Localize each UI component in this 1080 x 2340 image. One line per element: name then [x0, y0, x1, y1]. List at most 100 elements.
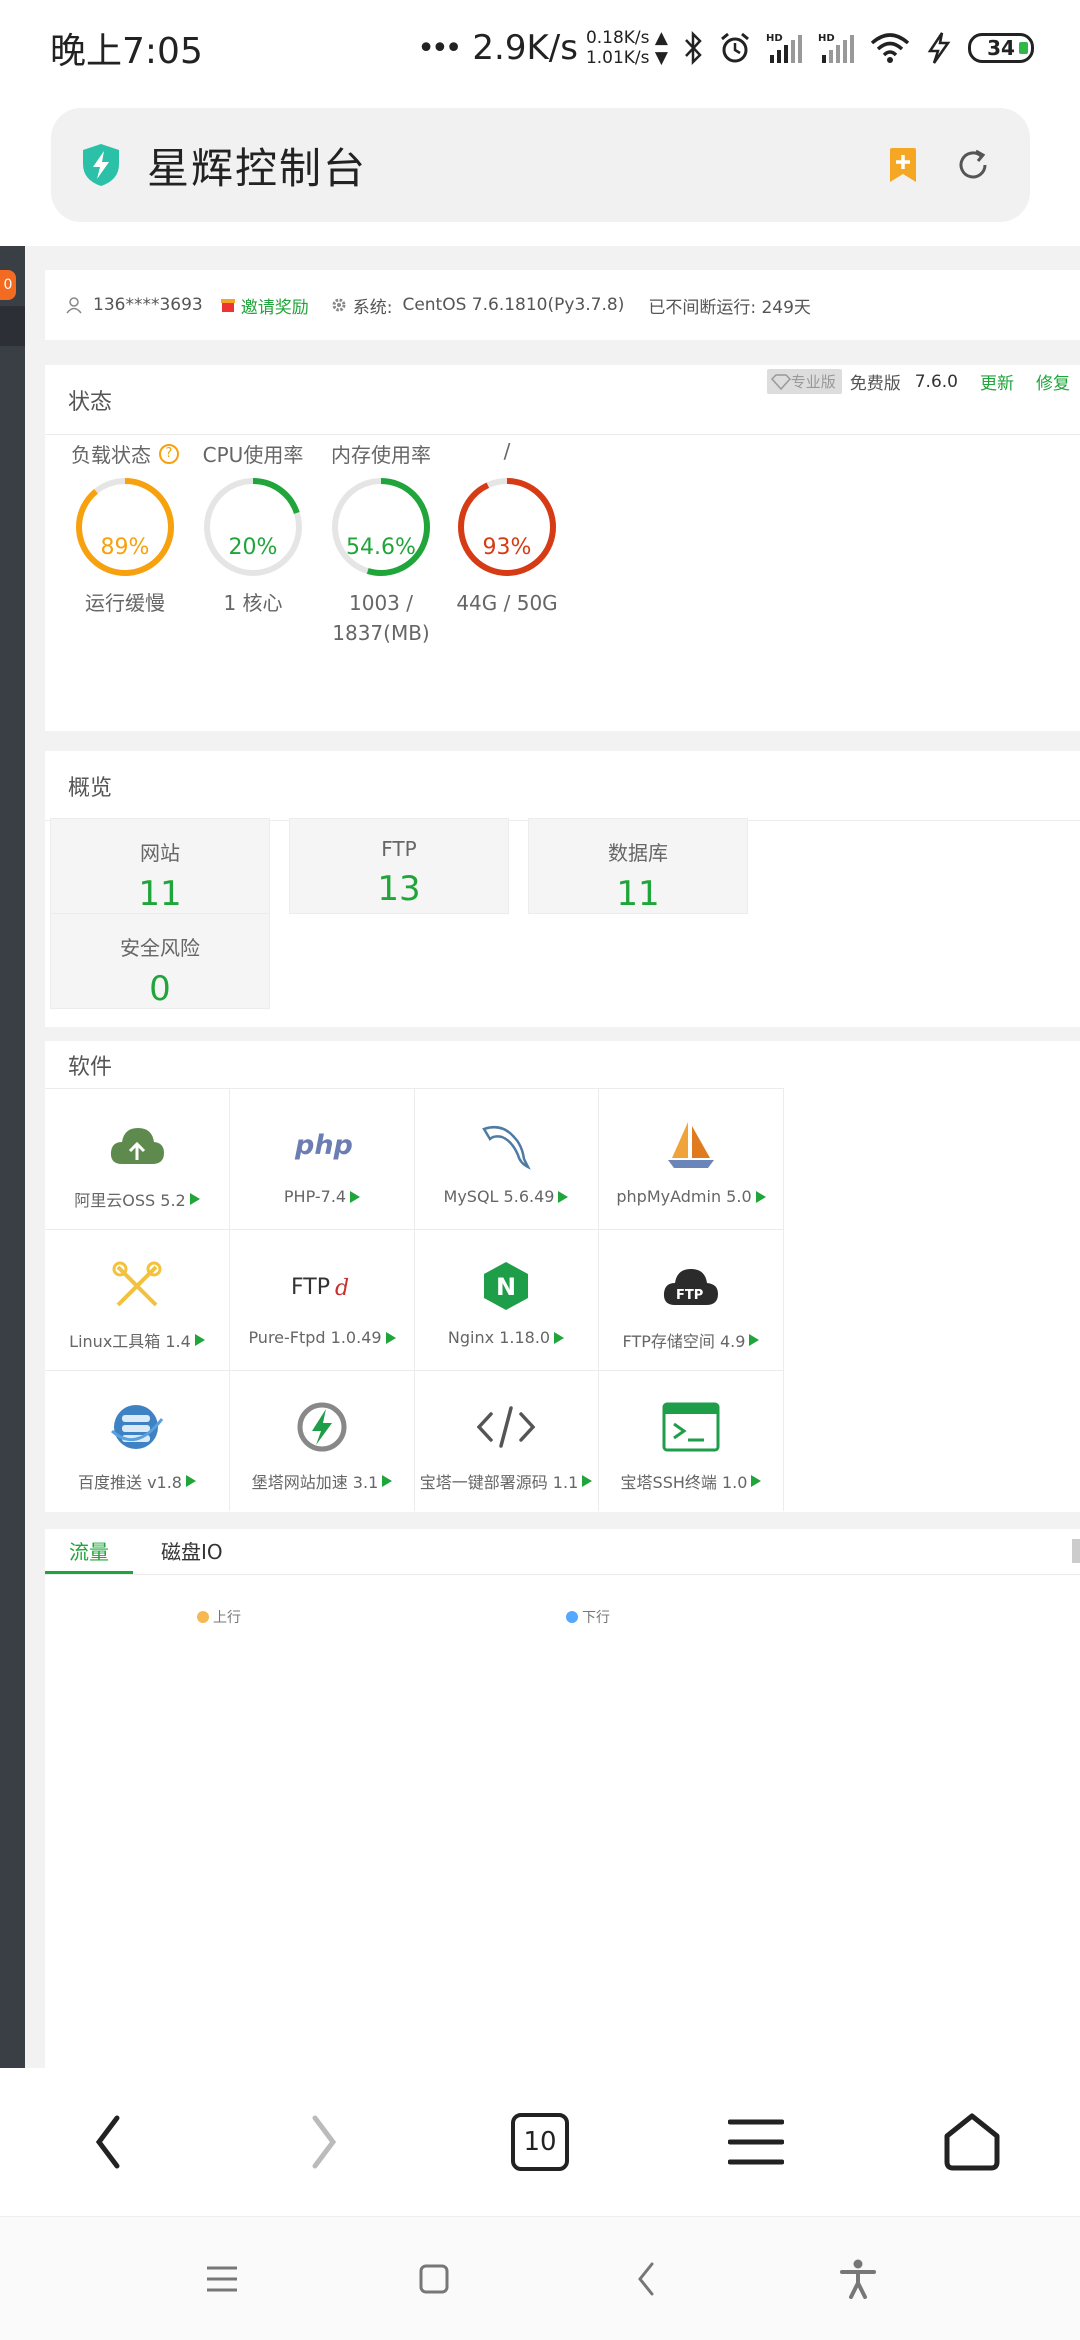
status-icons: ••• 2.9K/s 0.18K/s ▲ 1.01K/s ▼ HD HD 34 [417, 28, 1034, 68]
software-name: 百度推送 v1.8 [45, 1469, 229, 1493]
refresh-icon[interactable] [956, 148, 990, 182]
software-name-text: 百度推送 v1.8 [77, 1473, 182, 1492]
user-phone: 136****3693 [93, 295, 203, 315]
software-item[interactable]: phpMyAdmin 5.0 [599, 1088, 784, 1229]
software-item[interactable]: MySQL 5.6.49 [414, 1088, 599, 1229]
software-grid: 阿里云OSS 5.2 php PHP-7.4 MySQL 5.6.49 phpMyAdm… [45, 1088, 1080, 1512]
software-name-text: Pure-Ftpd 1.0.49 [248, 1328, 382, 1347]
software-name-text: 阿里云OSS 5.2 [74, 1191, 186, 1210]
address-actions [888, 147, 990, 183]
uptime: 已不间断运行: 249天 [648, 297, 811, 318]
recent-apps-button[interactable] [172, 2229, 272, 2329]
invite-link[interactable]: 邀请奖励 [220, 293, 309, 318]
tab-scroll-handle[interactable] [1072, 1539, 1080, 1563]
software-name: 堡塔网站加速 3.1 [230, 1469, 414, 1493]
forward-button[interactable] [264, 2082, 384, 2202]
software-name-text: 堡塔网站加速 3.1 [251, 1473, 379, 1492]
play-arrow-icon[interactable] [749, 1334, 760, 1346]
tab-count: 10 [511, 2113, 569, 2171]
software-item[interactable]: 宝塔一键部署源码 1.1 [414, 1370, 599, 1511]
play-arrow-icon[interactable] [350, 1190, 361, 1203]
tab-traffic[interactable]: 流量 [45, 1529, 133, 1574]
more-dots-icon: ••• [417, 30, 462, 66]
battery-indicator: 34 [968, 33, 1034, 63]
accessibility-icon [840, 2259, 876, 2299]
software-name-text: FTP存储空间 4.9 [622, 1332, 746, 1351]
software-item[interactable]: 宝塔SSH终端 1.0 [599, 1370, 784, 1511]
software-name: Pure-Ftpd 1.0.49 [230, 1328, 414, 1347]
play-arrow-icon[interactable] [755, 1190, 766, 1203]
software-name: MySQL 5.6.49 [414, 1187, 598, 1206]
software-name-text: 宝塔SSH终端 1.0 [620, 1473, 748, 1492]
bookmark-add-icon[interactable] [888, 147, 918, 183]
play-arrow-icon[interactable] [558, 1190, 569, 1203]
software-name: 宝塔一键部署源码 1.1 [414, 1469, 598, 1493]
svg-text:php: php [294, 1130, 353, 1161]
gear-icon [332, 298, 346, 312]
software-item[interactable]: FTP FTP存储空间 4.9 [599, 1229, 784, 1370]
software-name: Linux工具箱 1.4 [45, 1328, 229, 1352]
menu-button[interactable] [696, 2082, 816, 2202]
sidebar-item[interactable] [0, 306, 25, 346]
overview-websites[interactable]: 网站 11 [50, 818, 270, 914]
gauge-subtitle: 44G / 50G [456, 591, 558, 615]
free-label: 免费版 [849, 374, 901, 394]
sidebar-lower [0, 731, 25, 2068]
play-arrow-icon[interactable] [194, 1334, 205, 1346]
system-nav-bar [0, 2216, 1080, 2340]
play-arrow-icon[interactable] [385, 1331, 396, 1344]
software-name-text: phpMyAdmin 5.0 [616, 1187, 752, 1206]
back-button[interactable] [48, 2082, 168, 2202]
address-bar[interactable]: 星辉控制台 [51, 108, 1030, 222]
hd-signal-icon: HD [766, 33, 802, 63]
overview-label: 安全风险 [120, 936, 200, 960]
overview-ftp[interactable]: FTP 13 [289, 818, 509, 914]
gauge-3[interactable]: / 93% 44G / 50G [427, 439, 587, 625]
update-link[interactable]: 更新 [980, 369, 1014, 394]
svg-text:FTP: FTP [676, 1288, 703, 1303]
play-arrow-icon[interactable] [189, 1193, 200, 1205]
repair-link[interactable]: 修复 [1036, 369, 1070, 394]
web-page: 0 136****3693 邀请奖励 系统: CentOS 7.6.1810(P… [0, 246, 1080, 2068]
software-item[interactable]: 堡塔网站加速 3.1 [230, 1370, 415, 1511]
user-info-row: 136****3693 邀请奖励 系统: CentOS 7.6.1810(Py3… [45, 270, 1080, 340]
software-item[interactable]: 百度推送 v1.8 [45, 1370, 230, 1511]
gauge-ring [458, 478, 556, 576]
pro-badge[interactable]: 专业版 [766, 369, 842, 394]
accessibility-button[interactable] [808, 2229, 908, 2329]
software-name-text: MySQL 5.6.49 [443, 1187, 555, 1206]
software-item[interactable]: FTP d Pure-Ftpd 1.0.49 [230, 1229, 415, 1370]
home-button[interactable] [912, 2082, 1032, 2202]
play-arrow-icon[interactable] [554, 1331, 565, 1344]
user-account[interactable]: 136****3693 [65, 295, 203, 315]
play-arrow-icon[interactable] [582, 1475, 593, 1487]
play-arrow-icon[interactable] [382, 1475, 393, 1487]
software-panel: 软件 阿里云OSS 5.2 php PHP-7.4 MySQL 5.6.49 phpMy… [45, 1041, 1080, 1512]
sidebar-badge: 0 [0, 270, 16, 300]
traffic-panel: 流量 磁盘IO 上行 下行 [45, 1529, 1080, 2068]
menu-icon [728, 2119, 784, 2165]
cloud-upload-icon [45, 1115, 229, 1175]
square-home-icon [419, 2264, 449, 2293]
software-item[interactable]: Linux工具箱 1.4 [45, 1229, 230, 1370]
tab-disk-io[interactable]: 磁盘IO [137, 1529, 247, 1574]
overview-security-risk[interactable]: 安全风险 0 [50, 913, 270, 1009]
legend-download-label: 下行 [582, 1610, 610, 1626]
software-item[interactable]: php PHP-7.4 [230, 1088, 415, 1229]
overview-databases[interactable]: 数据库 11 [528, 818, 748, 914]
tabs-button[interactable]: 10 [480, 2082, 600, 2202]
legend-download: 下行 [566, 1607, 610, 1627]
back-nav-button[interactable] [596, 2229, 696, 2329]
play-arrow-icon[interactable] [186, 1475, 196, 1487]
svg-text:FTP: FTP [291, 1275, 330, 1300]
status-panel: 状态 专业版 免费版 7.6.0 更新 修复 负载状态? 89% 运行缓慢 CPU使用… [45, 365, 1080, 731]
charging-bolt-icon [927, 32, 951, 64]
software-item[interactable]: 阿里云OSS 5.2 [45, 1088, 230, 1229]
play-arrow-icon[interactable] [751, 1475, 762, 1487]
home-nav-button[interactable] [384, 2229, 484, 2329]
software-name: Nginx 1.18.0 [414, 1328, 598, 1347]
overview-label: FTP [381, 837, 417, 861]
software-item[interactable]: N Nginx 1.18.0 [414, 1229, 599, 1370]
status-bar: 晚上7:05 ••• 2.9K/s 0.18K/s ▲ 1.01K/s ▼ HD… [0, 0, 1080, 96]
overview-panel: 概览 网站 11 FTP 13 数据库 11 安全风险 0 [45, 751, 1080, 1027]
